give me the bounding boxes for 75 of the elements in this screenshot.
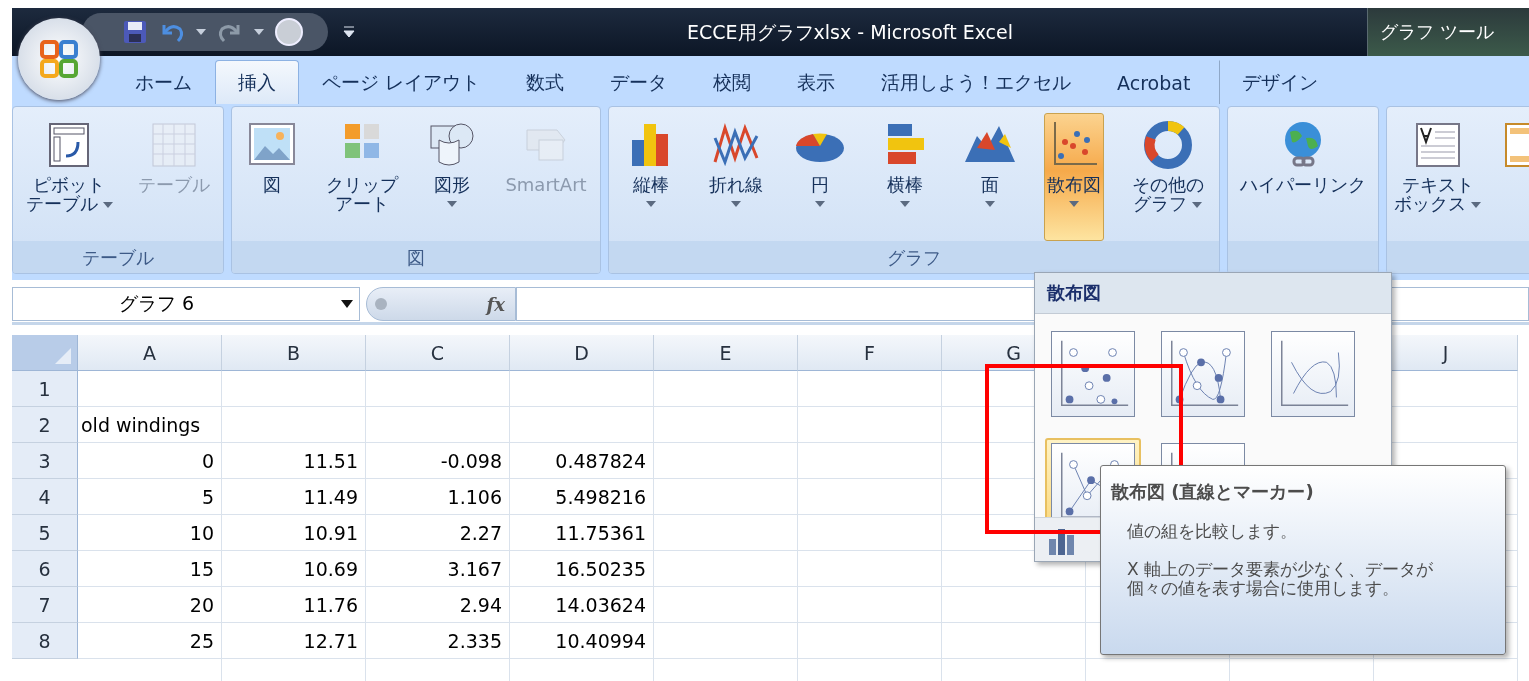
caret-icon	[341, 300, 353, 308]
caret-icon[interactable]	[196, 29, 206, 35]
table-cell-text: 10.91	[303, 521, 358, 546]
table-cell-text: 3.167	[447, 557, 502, 582]
ribbon-button[interactable]: 横棒	[874, 113, 935, 241]
table-cell-text: 16.50235	[555, 557, 646, 582]
row-header[interactable]: 1	[12, 371, 78, 407]
ribbon-tab[interactable]: 活用しよう！エクセル	[858, 60, 1095, 104]
group-label: 図	[232, 241, 600, 273]
row-header[interactable]: 4	[12, 479, 78, 515]
ribbon-button[interactable]: 縦棒	[621, 113, 682, 241]
table-cell-text: 5.498216	[555, 485, 646, 510]
ribbon-tab[interactable]: 挿入	[215, 60, 299, 104]
table-cell-text: 2.335	[447, 629, 502, 654]
ribbon-tab[interactable]: ページ レイアウト	[299, 60, 504, 104]
table-cell-text: -0.098	[440, 449, 502, 474]
ribbon-tab[interactable]: Acrobat	[1094, 60, 1214, 104]
table-cell-text: 2.94	[459, 593, 502, 618]
table-cell-text: 2.27	[459, 521, 502, 546]
table-cell-text: 11.49	[303, 485, 358, 510]
customize-icon[interactable]	[342, 24, 356, 40]
ribbon-tab[interactable]: 数式	[503, 60, 588, 104]
table-cell-text: 15	[189, 557, 214, 582]
row-header[interactable]: 7	[12, 587, 78, 623]
ribbon-tab[interactable]: 表示	[774, 60, 859, 104]
tooltip-text: 値の組を比較します。	[1127, 522, 1298, 542]
table-cell-text: 10.69	[303, 557, 358, 582]
ribbon-button[interactable]: テキスト ボックス	[1391, 113, 1485, 241]
table-cell-text: 11.51	[303, 449, 358, 474]
ribbon-button[interactable]: 散布図	[1044, 113, 1105, 241]
table-cell-text: 11.76	[303, 593, 358, 618]
table-cell-text: 20	[189, 593, 214, 618]
ribbon-button[interactable]: 図形	[421, 113, 482, 241]
ribbon-button[interactable]: 円	[790, 113, 851, 241]
insert-function-button[interactable]: fx	[486, 293, 505, 315]
group-label: グラフ	[609, 241, 1219, 273]
context-label: グラフ ツール	[1367, 8, 1529, 56]
save-icon[interactable]	[122, 19, 148, 45]
ribbon-button[interactable]: その他の グラフ	[1128, 113, 1207, 241]
circle-icon[interactable]	[274, 17, 304, 47]
tooltip-text: X 軸上のデータ要素が少なく、データが個々の値を表す場合に使用します。	[1127, 559, 1435, 599]
table-cell-text: 5	[201, 485, 214, 510]
row-header[interactable]: 5	[12, 515, 78, 551]
table-cell-text: 25	[189, 629, 214, 654]
row-header[interactable]: 6	[12, 551, 78, 587]
table-cell-text: 11.75361	[555, 521, 646, 546]
table-cell-text: old windings	[81, 413, 201, 438]
ribbon-tab[interactable]: ホーム	[112, 60, 215, 104]
ribbon-button[interactable]: ピボット テーブル	[22, 113, 116, 241]
table-cell-text: 12.71	[303, 629, 358, 654]
table-cell-text: 1.106	[447, 485, 502, 510]
ribbon-button[interactable]: ハイパーリンク	[1237, 113, 1369, 241]
group-label: テーブル	[13, 241, 223, 273]
table-cell-text: 0.487824	[555, 449, 646, 474]
window-title: ECCE用グラフxlsx - Microsoft Excel	[687, 20, 1013, 45]
scatter-markers-icon	[1051, 331, 1135, 417]
ribbon-button[interactable]: クリップ アート	[323, 113, 402, 241]
caret-icon[interactable]	[254, 29, 264, 35]
name-box[interactable]: グラフ 6	[12, 287, 360, 321]
ribbon-button[interactable]: 折れ線	[705, 113, 766, 241]
ribbon-button[interactable]: 面	[959, 113, 1020, 241]
table-cell-text: 10	[189, 521, 214, 546]
gallery-title: 散布図	[1035, 273, 1391, 314]
table-cell-text: 14.03624	[555, 593, 646, 618]
row-header[interactable]: 3	[12, 443, 78, 479]
table-cell-text: 0	[201, 449, 214, 474]
row-header[interactable]: 8	[12, 623, 78, 659]
row-header[interactable]: 2	[12, 407, 78, 443]
ribbon-tab[interactable]: 校閲	[690, 60, 775, 104]
ribbon-button[interactable]: 図	[242, 113, 303, 241]
smooth-lines-markers-icon	[1161, 331, 1245, 417]
smooth-lines-icon	[1271, 331, 1355, 417]
table-cell-text: 10.40994	[555, 629, 646, 654]
ribbon-tab[interactable]: データ	[587, 60, 691, 104]
tooltip-title: 散布図 (直線とマーカー)	[1111, 480, 1315, 504]
